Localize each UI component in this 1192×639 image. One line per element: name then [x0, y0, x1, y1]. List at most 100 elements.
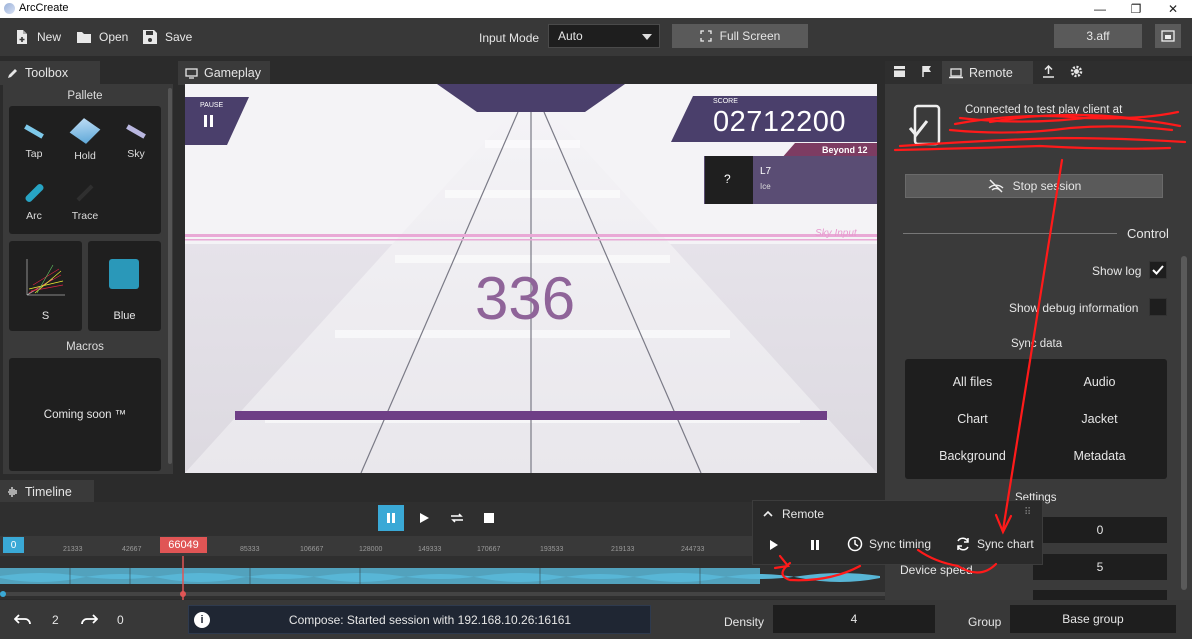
score-value: 02712200 — [713, 106, 847, 138]
control-title: Control — [1127, 226, 1169, 241]
density-field[interactable]: 4 — [773, 605, 935, 633]
fullscreen-label: Full Screen — [719, 29, 781, 43]
settings-field-1[interactable]: 0 — [1033, 517, 1167, 543]
pallete-title: Pallete — [67, 90, 103, 102]
tab-remote[interactable]: Remote — [942, 61, 1033, 85]
s-label: S — [41, 310, 50, 322]
device-speed-label: Device speed — [900, 563, 973, 577]
pallete-item-hold[interactable]: Hold — [60, 118, 110, 162]
blue-preset[interactable]: Blue — [88, 241, 161, 331]
group-label: Group — [968, 615, 1002, 629]
fullscreen-button[interactable]: Full Screen — [672, 24, 808, 48]
sync-chart-button[interactable]: Sync chart — [955, 536, 1034, 552]
archive-icon[interactable] — [893, 65, 906, 81]
control-divider — [903, 233, 1117, 234]
toolbox-scrollbar[interactable] — [168, 88, 172, 464]
s-preset[interactable]: S — [9, 241, 82, 331]
new-button[interactable]: New — [14, 27, 61, 47]
layout-icon — [1161, 30, 1175, 42]
input-mode-select[interactable]: Auto — [548, 24, 660, 48]
tick-label: 244733 — [681, 546, 705, 553]
drag-handle-icon[interactable]: ⠿ — [1024, 507, 1031, 518]
redo-button[interactable] — [80, 612, 99, 629]
check-icon — [1152, 265, 1164, 275]
macros-title: Macros — [66, 341, 104, 353]
stop-button[interactable] — [476, 505, 502, 531]
tab-timeline[interactable]: Timeline — [0, 480, 94, 504]
tab-gameplay[interactable]: Gameplay — [178, 61, 270, 85]
group-field[interactable]: Base group — [1010, 605, 1176, 633]
main-toolbar: New Open Save Input Mode Auto Full Scree… — [0, 18, 1192, 56]
play-button[interactable] — [411, 505, 437, 531]
save-button[interactable]: Save — [142, 27, 192, 47]
minimize-button[interactable]: — — [1082, 0, 1118, 18]
tab-toolbox[interactable]: Toolbox — [0, 61, 100, 85]
macros-box: Coming soon ™ — [9, 358, 161, 471]
sync-background[interactable]: Background — [910, 449, 1035, 463]
hold-label: Hold — [74, 150, 96, 162]
input-mode-label: Input Mode — [479, 31, 540, 45]
song-artist: Ice — [760, 182, 771, 191]
close-button[interactable]: ✕ — [1155, 0, 1191, 18]
hold-note-icon — [69, 118, 101, 144]
remote-play-button[interactable] — [769, 539, 779, 553]
timeline-ruler[interactable]: 21333 42667 85333 106667 128000 149333 1… — [0, 536, 760, 556]
difficulty-label: Beyond 12 — [822, 145, 868, 155]
pallete-item-arc[interactable]: Arc — [9, 182, 59, 222]
tab-remote-label: Remote — [969, 66, 1013, 80]
remote-scrollbar[interactable] — [1181, 256, 1187, 590]
sync-data-grid: All files Audio Chart Jacket Background … — [905, 359, 1167, 479]
disconnect-icon — [988, 179, 1004, 193]
stop-session-button[interactable]: Stop session — [905, 174, 1163, 198]
sync-audio[interactable]: Audio — [1037, 375, 1162, 389]
arc-shape-preview-icon — [26, 259, 65, 296]
tick-label: 193533 — [540, 546, 564, 553]
chart-file-button[interactable]: 3.aff — [1054, 24, 1142, 48]
sky-label: Sky — [127, 148, 145, 160]
undo-button[interactable] — [13, 612, 32, 629]
trace-label: Trace — [71, 210, 99, 222]
open-button[interactable]: Open — [76, 27, 128, 47]
chevron-up-icon[interactable] — [763, 509, 773, 519]
pallete-item-trace[interactable]: Trace — [60, 182, 110, 222]
timeline-start-marker[interactable]: 0 — [3, 537, 24, 553]
show-debug-checkbox[interactable] — [1149, 298, 1167, 316]
sync-jacket[interactable]: Jacket — [1037, 412, 1162, 426]
pause-icon[interactable] — [204, 115, 214, 127]
sync-chart[interactable]: Chart — [910, 412, 1035, 426]
arc-label: Arc — [26, 210, 42, 222]
sync-metadata[interactable]: Metadata — [1037, 449, 1162, 463]
sync-timing-button[interactable]: Sync timing — [847, 536, 931, 552]
maximize-button[interactable]: ❐ — [1118, 0, 1154, 18]
save-icon — [143, 30, 157, 44]
settings-field-3[interactable] — [1033, 590, 1167, 600]
toolbox-panel: Pallete Tap Hold Sky Arc Trace S Blue Ma… — [3, 84, 173, 474]
pause-button[interactable] — [378, 505, 404, 531]
tick-label: 106667 — [300, 546, 324, 553]
layout-button[interactable] — [1155, 24, 1181, 48]
pallete-item-tap[interactable]: Tap — [9, 120, 59, 160]
gear-icon[interactable] — [1070, 65, 1083, 81]
sync-timing-label: Sync timing — [869, 537, 932, 551]
remote-pause-button[interactable] — [810, 539, 820, 553]
waveform-icon — [8, 487, 17, 497]
open-label: Open — [99, 30, 129, 44]
tick-label: 85333 — [240, 546, 260, 553]
stop-icon — [484, 513, 494, 523]
upload-icon[interactable] — [1042, 64, 1055, 81]
status-message: Compose: Started session with 192.168.10… — [288, 612, 572, 627]
sync-data-title: Sync data — [1011, 338, 1063, 350]
info-icon: i — [194, 611, 210, 628]
score-label: SCORE — [713, 98, 738, 105]
device-speed-field[interactable]: 5 — [1033, 554, 1167, 580]
tick-label: 42667 — [122, 546, 142, 553]
clock-icon — [847, 536, 863, 552]
loop-button[interactable] — [444, 505, 470, 531]
combo-counter: 336 — [475, 265, 576, 332]
flag-icon[interactable] — [921, 65, 933, 81]
pallete-item-sky[interactable]: Sky — [111, 120, 161, 160]
sync-all-files[interactable]: All files — [910, 375, 1035, 389]
show-log-checkbox[interactable] — [1149, 261, 1167, 279]
gameplay-view[interactable]: PAUSE SCORE 02712200 Beyond 12 ? L7 Ice … — [185, 84, 877, 473]
timeline-cursor-value[interactable]: 66049 — [160, 537, 207, 553]
